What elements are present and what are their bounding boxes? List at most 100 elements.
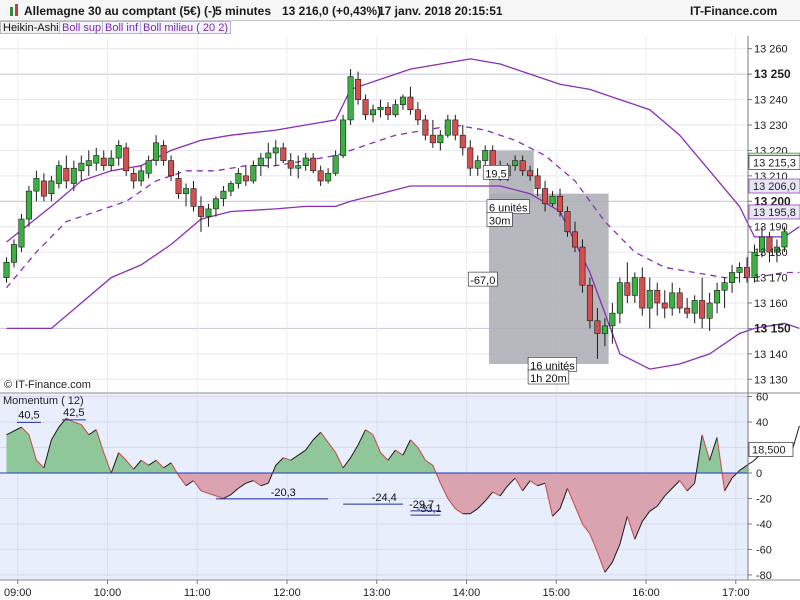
candle-up bbox=[474, 160, 481, 169]
candle-up bbox=[10, 244, 17, 263]
candle-up bbox=[601, 325, 608, 334]
candle-up bbox=[437, 134, 444, 144]
candle-up bbox=[377, 106, 384, 111]
time-tick-label: 15:00 bbox=[543, 587, 571, 599]
candle-up bbox=[332, 155, 339, 174]
momentum-annotation: 42,5 bbox=[63, 407, 84, 419]
candle-up bbox=[347, 76, 354, 121]
candle-up bbox=[212, 198, 219, 210]
candle-down bbox=[542, 188, 549, 205]
candle-down bbox=[287, 160, 294, 169]
momentum-tick-label: -60 bbox=[756, 544, 772, 556]
price-tag-label: 13 215,3 bbox=[753, 157, 796, 169]
price-tick-label: 13 250 bbox=[754, 67, 791, 81]
candle-up bbox=[85, 160, 92, 166]
candle-down bbox=[197, 206, 204, 217]
candle-down bbox=[317, 170, 324, 182]
chart-canvas[interactable]: 19,56 unités30m-67,016 unités1h 20m 40,5… bbox=[0, 0, 800, 600]
candle-up bbox=[616, 282, 623, 314]
momentum-annotation: -33,1 bbox=[417, 503, 442, 515]
candle-down bbox=[699, 300, 706, 319]
candle-up bbox=[669, 292, 676, 309]
candle-down bbox=[564, 211, 571, 233]
candle-up bbox=[549, 195, 556, 205]
time-tick-label: 11:00 bbox=[184, 587, 211, 599]
candle-down bbox=[414, 109, 421, 121]
time-tick-label: 10:00 bbox=[94, 587, 122, 599]
candle-up bbox=[115, 145, 122, 159]
candle-down bbox=[362, 99, 369, 116]
time-tick-label: 09:00 bbox=[4, 587, 32, 599]
candle-up bbox=[444, 119, 451, 136]
candle-down bbox=[661, 302, 668, 309]
candle-down bbox=[422, 119, 429, 136]
momentum-value-label: 18,500 bbox=[752, 444, 786, 456]
candle-up bbox=[295, 165, 302, 169]
price-tick-label: 13 130 bbox=[754, 374, 788, 386]
candle-up bbox=[325, 173, 332, 182]
candle-down bbox=[744, 267, 751, 278]
price-tag-label: 13 206,0 bbox=[753, 181, 796, 193]
momentum-annotation: -20,3 bbox=[271, 487, 296, 499]
candle-up bbox=[729, 272, 736, 283]
candle-up bbox=[93, 155, 100, 164]
candle-down bbox=[624, 282, 631, 296]
time-tick-label: 17:00 bbox=[722, 587, 750, 599]
candle-up bbox=[70, 167, 77, 184]
time-tick-label: 13:00 bbox=[363, 587, 391, 599]
candle-down bbox=[459, 134, 466, 149]
candle-down bbox=[168, 160, 175, 177]
candle-down bbox=[280, 147, 287, 161]
candle-up bbox=[220, 190, 227, 200]
candle-down bbox=[190, 188, 197, 207]
candle-up bbox=[399, 96, 406, 105]
price-panel-background bbox=[0, 36, 748, 392]
candle-up bbox=[721, 282, 728, 291]
momentum-tick-label: 60 bbox=[756, 392, 768, 404]
candle-up bbox=[227, 183, 234, 192]
candle-down bbox=[384, 106, 391, 116]
price-tag-label: 13 195,8 bbox=[753, 207, 796, 219]
time-tick-label: 12:00 bbox=[273, 587, 301, 599]
candle-up bbox=[25, 190, 32, 220]
candle-down bbox=[123, 147, 130, 172]
candle-down bbox=[534, 175, 541, 189]
candle-up bbox=[33, 178, 40, 192]
price-tick-label: 13 260 bbox=[754, 44, 788, 56]
candle-up bbox=[609, 312, 616, 327]
candle-up bbox=[78, 162, 85, 172]
measure-label: -67,0 bbox=[470, 275, 495, 287]
candle-up bbox=[108, 157, 115, 166]
candle-down bbox=[130, 173, 137, 182]
candle-down bbox=[407, 96, 414, 111]
candle-up bbox=[392, 104, 399, 116]
candle-down bbox=[429, 134, 436, 144]
candle-down bbox=[355, 78, 362, 100]
price-tick-label: 13 160 bbox=[754, 298, 788, 310]
momentum-tick-label: -20 bbox=[756, 493, 772, 505]
candle-up bbox=[205, 208, 212, 217]
candle-up bbox=[138, 170, 145, 182]
candle-down bbox=[467, 147, 474, 169]
candle-up bbox=[272, 147, 279, 154]
candle-up bbox=[3, 262, 10, 278]
candle-down bbox=[579, 246, 586, 286]
candle-up bbox=[482, 150, 489, 161]
candle-up bbox=[736, 267, 743, 273]
candle-up bbox=[691, 300, 698, 314]
candle-down bbox=[242, 175, 249, 182]
candle-down bbox=[594, 320, 601, 334]
momentum-title: Momentum ( 12) bbox=[3, 395, 84, 407]
candle-down bbox=[684, 307, 691, 314]
candle-down bbox=[40, 180, 47, 197]
candle-up bbox=[370, 109, 377, 116]
candle-up bbox=[48, 180, 55, 194]
candle-up bbox=[781, 231, 788, 248]
candle-up bbox=[18, 218, 25, 248]
candle-down bbox=[519, 160, 526, 172]
candle-up bbox=[646, 289, 653, 309]
copyright-text: © IT-Finance.com bbox=[4, 379, 91, 391]
candle-down bbox=[452, 119, 459, 136]
candle-down bbox=[676, 292, 683, 309]
candle-down bbox=[527, 170, 534, 177]
